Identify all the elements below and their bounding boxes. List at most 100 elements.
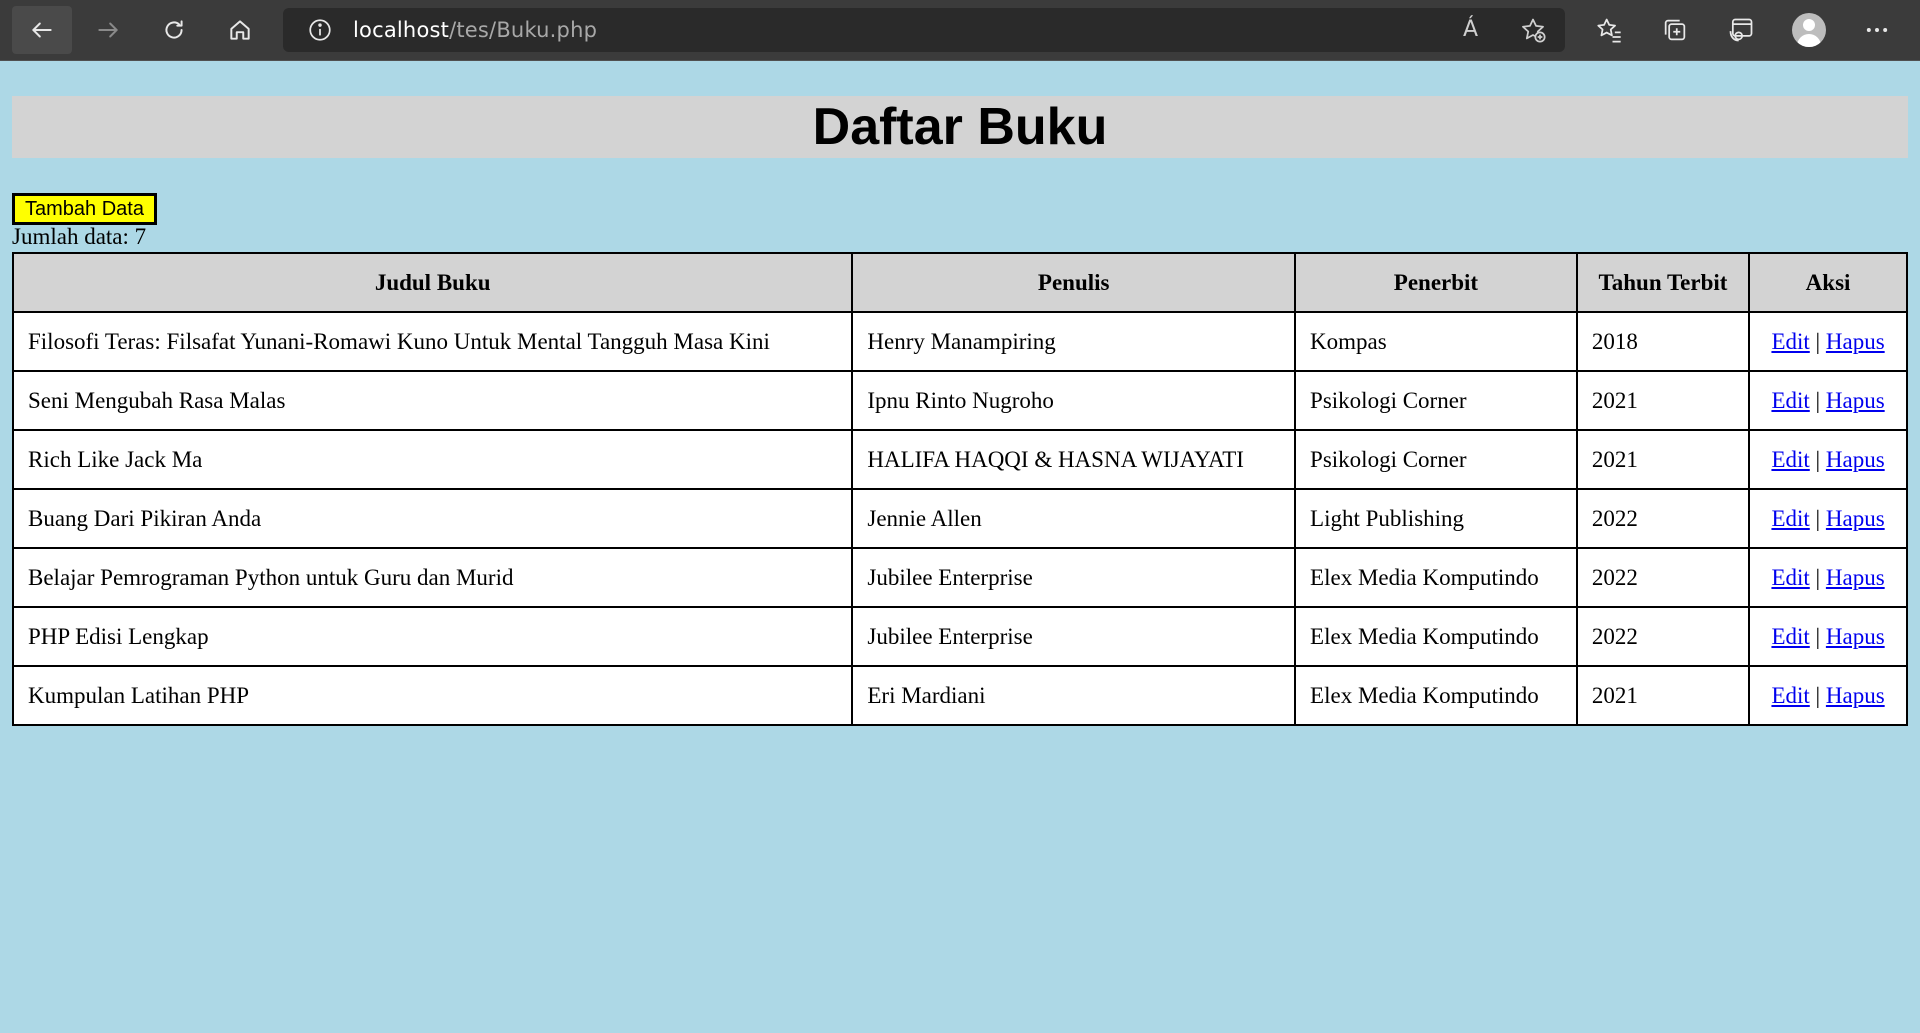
refresh-button[interactable] bbox=[144, 6, 204, 54]
cell-judul: Rich Like Jack Ma bbox=[11, 429, 854, 490]
more-icon bbox=[1866, 28, 1888, 32]
add-data-button[interactable]: Tambah Data bbox=[12, 193, 157, 225]
cell-tahun: 2021 bbox=[1575, 429, 1751, 490]
cell-penerbit: Elex Media Komputindo bbox=[1294, 606, 1578, 667]
cell-aksi: Edit | Hapus bbox=[1748, 370, 1908, 431]
header-tahun-terbit: Tahun Terbit bbox=[1575, 252, 1751, 313]
edit-link[interactable]: Edit bbox=[1771, 624, 1809, 649]
url-host: localhost bbox=[353, 18, 450, 42]
cell-aksi: Edit | Hapus bbox=[1748, 547, 1908, 608]
cell-judul: PHP Edisi Lengkap bbox=[11, 606, 854, 667]
favorites-icon bbox=[1597, 18, 1621, 43]
collections-icon bbox=[1664, 19, 1686, 41]
action-separator: | bbox=[1815, 446, 1821, 472]
cell-aksi: Edit | Hapus bbox=[1748, 311, 1908, 372]
delete-link[interactable]: Hapus bbox=[1826, 565, 1885, 590]
cell-penulis: Jennie Allen bbox=[851, 488, 1297, 549]
read-aloud-icon[interactable]: Á bbox=[1463, 16, 1491, 44]
forward-button[interactable] bbox=[78, 6, 138, 54]
cell-penerbit: Elex Media Komputindo bbox=[1294, 547, 1578, 608]
cell-tahun: 2022 bbox=[1575, 488, 1751, 549]
action-separator: | bbox=[1815, 328, 1821, 354]
cell-tahun: 2021 bbox=[1575, 665, 1751, 726]
table-row: Filosofi Teras: Filsafat Yunani-Romawi K… bbox=[11, 311, 1908, 372]
cell-tahun: 2018 bbox=[1575, 311, 1751, 372]
browser-essentials-icon bbox=[1729, 18, 1753, 42]
header-penulis: Penulis bbox=[851, 252, 1297, 313]
table-row: Belajar Pemrograman Python untuk Guru da… bbox=[11, 547, 1908, 608]
action-separator: | bbox=[1815, 564, 1821, 590]
book-table: Judul Buku Penulis Penerbit Tahun Terbit… bbox=[11, 252, 1908, 726]
browser-toolbar: localhost/tes/Buku.php Á bbox=[0, 0, 1920, 60]
cell-judul: Buang Dari Pikiran Anda bbox=[11, 488, 854, 549]
header-penerbit: Penerbit bbox=[1294, 252, 1578, 313]
cell-tahun: 2022 bbox=[1575, 547, 1751, 608]
data-count-value: 7 bbox=[134, 224, 147, 249]
cell-judul: Belajar Pemrograman Python untuk Guru da… bbox=[11, 547, 854, 608]
address-bar[interactable]: localhost/tes/Buku.php Á bbox=[283, 8, 1565, 52]
page-title: Daftar Buku bbox=[12, 96, 1908, 158]
url-path: /tes/Buku.php bbox=[449, 18, 598, 42]
cell-penerbit: Light Publishing bbox=[1294, 488, 1578, 549]
home-icon bbox=[230, 20, 250, 40]
home-button[interactable] bbox=[210, 6, 270, 54]
cell-penulis: HALIFA HAQQI & HASNA WIJAYATI bbox=[851, 429, 1297, 490]
favorites-button[interactable] bbox=[1594, 15, 1624, 45]
header-aksi: Aksi bbox=[1748, 252, 1908, 313]
cell-penerbit: Psikologi Corner bbox=[1294, 429, 1578, 490]
more-button[interactable] bbox=[1862, 15, 1892, 45]
edit-link[interactable]: Edit bbox=[1771, 506, 1809, 531]
cell-aksi: Edit | Hapus bbox=[1748, 488, 1908, 549]
edit-link[interactable]: Edit bbox=[1771, 388, 1809, 413]
table-header-row: Judul Buku Penulis Penerbit Tahun Terbit… bbox=[11, 252, 1908, 313]
edit-link[interactable]: Edit bbox=[1771, 329, 1809, 354]
delete-link[interactable]: Hapus bbox=[1826, 683, 1885, 708]
action-separator: | bbox=[1815, 387, 1821, 413]
table-row: Kumpulan Latihan PHP Eri Mardiani Elex M… bbox=[11, 665, 1908, 726]
table-row: Rich Like Jack Ma HALIFA HAQQI & HASNA W… bbox=[11, 429, 1908, 490]
delete-link[interactable]: Hapus bbox=[1826, 388, 1885, 413]
site-info-icon[interactable] bbox=[307, 17, 333, 43]
cell-penulis: Jubilee Enterprise bbox=[851, 606, 1297, 667]
page-content: Daftar Buku Tambah Data Jumlah data: 7 J… bbox=[0, 61, 1920, 1033]
delete-link[interactable]: Hapus bbox=[1826, 329, 1885, 354]
back-button[interactable] bbox=[12, 6, 72, 54]
delete-link[interactable]: Hapus bbox=[1826, 447, 1885, 472]
cell-penulis: Henry Manampiring bbox=[851, 311, 1297, 372]
action-separator: | bbox=[1815, 505, 1821, 531]
header-judul-buku: Judul Buku bbox=[11, 252, 854, 313]
cell-judul: Filosofi Teras: Filsafat Yunani-Romawi K… bbox=[11, 311, 854, 372]
cell-penulis: Eri Mardiani bbox=[851, 665, 1297, 726]
add-favorite-icon[interactable] bbox=[1519, 16, 1547, 44]
back-icon bbox=[32, 22, 52, 38]
collections-button[interactable] bbox=[1660, 15, 1690, 45]
forward-icon bbox=[98, 22, 118, 38]
cell-penulis: Jubilee Enterprise bbox=[851, 547, 1297, 608]
edit-link[interactable]: Edit bbox=[1771, 565, 1809, 590]
delete-link[interactable]: Hapus bbox=[1826, 506, 1885, 531]
action-separator: | bbox=[1815, 682, 1821, 708]
cell-penerbit: Psikologi Corner bbox=[1294, 370, 1578, 431]
cell-tahun: 2022 bbox=[1575, 606, 1751, 667]
browser-essentials-button[interactable] bbox=[1726, 15, 1756, 45]
cell-aksi: Edit | Hapus bbox=[1748, 429, 1908, 490]
cell-judul: Kumpulan Latihan PHP bbox=[11, 665, 854, 726]
edit-link[interactable]: Edit bbox=[1771, 447, 1809, 472]
cell-aksi: Edit | Hapus bbox=[1748, 606, 1908, 667]
data-count: Jumlah data: 7 bbox=[12, 224, 146, 250]
data-count-label: Jumlah data: bbox=[12, 224, 135, 249]
table-row: Seni Mengubah Rasa Malas Ipnu Rinto Nugr… bbox=[11, 370, 1908, 431]
cell-penulis: Ipnu Rinto Nugroho bbox=[851, 370, 1297, 431]
cell-penerbit: Kompas bbox=[1294, 311, 1578, 372]
table-row: PHP Edisi Lengkap Jubilee Enterprise Ele… bbox=[11, 606, 1908, 667]
cell-penerbit: Elex Media Komputindo bbox=[1294, 665, 1578, 726]
url-text[interactable]: localhost/tes/Buku.php bbox=[353, 18, 597, 42]
delete-link[interactable]: Hapus bbox=[1826, 624, 1885, 649]
cell-aksi: Edit | Hapus bbox=[1748, 665, 1908, 726]
cell-tahun: 2021 bbox=[1575, 370, 1751, 431]
profile-avatar[interactable] bbox=[1792, 13, 1826, 47]
cell-judul: Seni Mengubah Rasa Malas bbox=[11, 370, 854, 431]
table-row: Buang Dari Pikiran Anda Jennie Allen Lig… bbox=[11, 488, 1908, 549]
edit-link[interactable]: Edit bbox=[1771, 683, 1809, 708]
refresh-icon bbox=[165, 20, 183, 39]
